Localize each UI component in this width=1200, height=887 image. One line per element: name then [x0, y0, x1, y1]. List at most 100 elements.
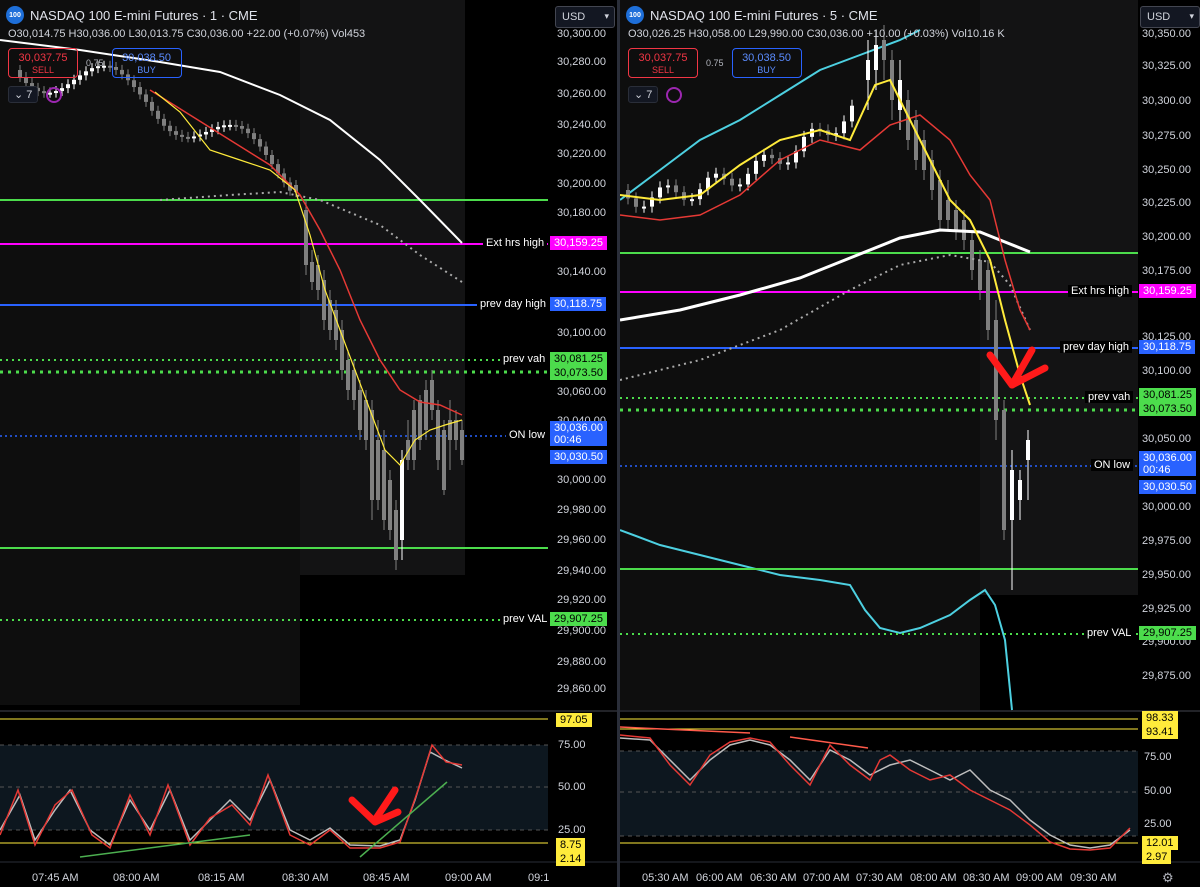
candle-body	[762, 154, 766, 161]
candle-body	[642, 206, 646, 209]
chevron-down-icon: ▾	[604, 11, 609, 21]
symbol-title[interactable]: NASDAQ 100 E-mini Futures · 5 · CME	[650, 8, 878, 23]
candle-body	[730, 178, 734, 186]
candle-body	[882, 40, 886, 60]
price-tick: 30,325.00	[1142, 60, 1191, 72]
candle-body	[192, 136, 196, 139]
chart-header[interactable]: 100 NASDAQ 100 E-mini Futures · 5 · CME	[626, 6, 878, 24]
chart-canvas-1min[interactable]	[0, 0, 617, 887]
price-tick: 29,975.00	[1142, 535, 1191, 547]
osc-trendline-1	[79, 834, 251, 858]
candle-body	[72, 79, 76, 85]
candle-body	[246, 128, 250, 134]
price-tick: 30,300.00	[557, 28, 606, 40]
price-tick: 30,180.00	[557, 207, 606, 219]
osc-tag-k: 12.01	[1142, 836, 1178, 850]
premarket-shade	[620, 0, 980, 710]
candle-body	[634, 198, 638, 207]
buy-button[interactable]: 30,038.50 BUY	[731, 48, 802, 78]
spread-value: 0.75	[86, 58, 104, 68]
level-label-prev-val: prev VAL	[1084, 627, 1135, 639]
symbol-title[interactable]: NASDAQ 100 E-mini Futures · 1 · CME	[30, 8, 258, 23]
candle-body	[310, 262, 314, 282]
price-tick: 30,000.00	[1142, 501, 1191, 513]
candle-body	[132, 80, 136, 88]
candle-body	[412, 410, 416, 460]
time-tick: 08:30 AM	[963, 872, 1010, 884]
price-tag-prev-val: 29,907.25	[550, 612, 607, 626]
candle-body	[234, 124, 238, 127]
chart-panel-5min[interactable]: 100 NASDAQ 100 E-mini Futures · 5 · CME …	[620, 0, 1200, 887]
price-tick: 29,860.00	[557, 683, 606, 695]
osc-tag-d: 2.14	[556, 852, 586, 866]
candle-body	[150, 101, 154, 111]
indicators-collapse-button[interactable]: ⌄ 7	[628, 86, 659, 103]
price-tick: 30,240.00	[557, 119, 606, 131]
chart-canvas-5min[interactable]	[620, 0, 1200, 887]
price-tag-prev-val: 29,907.25	[1139, 626, 1196, 640]
time-tick: 08:45 AM	[363, 872, 410, 884]
price-tick: 30,250.00	[1142, 164, 1191, 176]
candle-body	[346, 360, 350, 390]
price-tag-ext-hrs-high: 30,159.25	[550, 236, 607, 250]
indicators-collapse-button[interactable]: ⌄ 7	[8, 86, 39, 103]
candle-body	[424, 390, 428, 430]
price-tick: 29,960.00	[557, 534, 606, 546]
time-tick: 06:00 AM	[696, 872, 743, 884]
time-tick: 09:1	[528, 872, 550, 884]
price-tick: 29,880.00	[557, 656, 606, 668]
candle-body	[228, 124, 232, 127]
sell-button[interactable]: 30,037.75 SELL	[628, 48, 698, 78]
symbol-icon: 100	[626, 6, 644, 24]
candle-body	[138, 87, 142, 95]
candle-body	[1018, 480, 1022, 500]
candle-body	[144, 94, 148, 102]
price-tick: 30,220.00	[557, 148, 606, 160]
osc-tag-k: 8.75	[556, 838, 586, 852]
ohlc-readout: O30,026.25 H30,058.00 L29,990.00 C30,036…	[628, 28, 1005, 40]
osc-tick-50: 50.00	[558, 781, 586, 793]
price-tag-prev-vah: 30,081.25	[550, 352, 607, 366]
candle-body	[162, 118, 166, 126]
price-tick: 30,175.00	[1142, 265, 1191, 277]
candle-body	[388, 480, 392, 530]
osc-tag-high2: 93.41	[1142, 725, 1178, 739]
osc-tick-25: 25.00	[1144, 818, 1172, 830]
candle-body	[978, 260, 982, 290]
indicator-sync-icon[interactable]	[46, 86, 63, 103]
chart-header[interactable]: 100 NASDAQ 100 E-mini Futures · 1 · CME	[6, 6, 258, 24]
osc-tick-75: 75.00	[558, 739, 586, 751]
candle-body	[746, 173, 750, 185]
candle-body	[970, 240, 974, 270]
price-tick: 29,900.00	[557, 625, 606, 637]
candle-body	[270, 154, 274, 165]
candle-body	[430, 380, 434, 410]
level-label-ext-hrs-high: Ext hrs high	[1068, 285, 1133, 297]
price-tick: 30,350.00	[1142, 28, 1191, 40]
price-tick: 30,060.00	[557, 386, 606, 398]
price-tag-prev-day-high: 30,118.75	[550, 297, 607, 311]
candle-body	[376, 440, 380, 500]
candle-body	[258, 139, 262, 147]
candle-body	[264, 146, 268, 155]
price-tick: 30,260.00	[557, 88, 606, 100]
chart-panel-1min[interactable]: 100 NASDAQ 100 E-mini Futures · 1 · CME …	[0, 0, 617, 887]
buy-button[interactable]: 30,038.50 BUY	[111, 48, 182, 78]
currency-select[interactable]: USD ▾	[555, 6, 615, 28]
candle-body	[674, 185, 678, 193]
candle-body	[738, 184, 742, 187]
indicator-sync-icon[interactable]	[666, 86, 683, 103]
price-tag-on-low: 30,030.50	[550, 450, 607, 464]
candle-body	[222, 125, 226, 128]
time-tick: 09:30 AM	[1070, 872, 1117, 884]
time-tick: 07:30 AM	[856, 872, 903, 884]
settings-gear-icon[interactable]: ⚙	[1162, 870, 1174, 886]
price-tick: 30,280.00	[557, 56, 606, 68]
candle-body	[252, 133, 256, 140]
candle-body	[1010, 470, 1014, 520]
osc-tick-25: 25.00	[558, 824, 586, 836]
currency-select[interactable]: USD ▾	[1140, 6, 1200, 28]
osc-tag-high: 97.05	[556, 713, 592, 727]
candle-body	[358, 390, 362, 430]
sell-button[interactable]: 30,037.75 SELL	[8, 48, 78, 78]
